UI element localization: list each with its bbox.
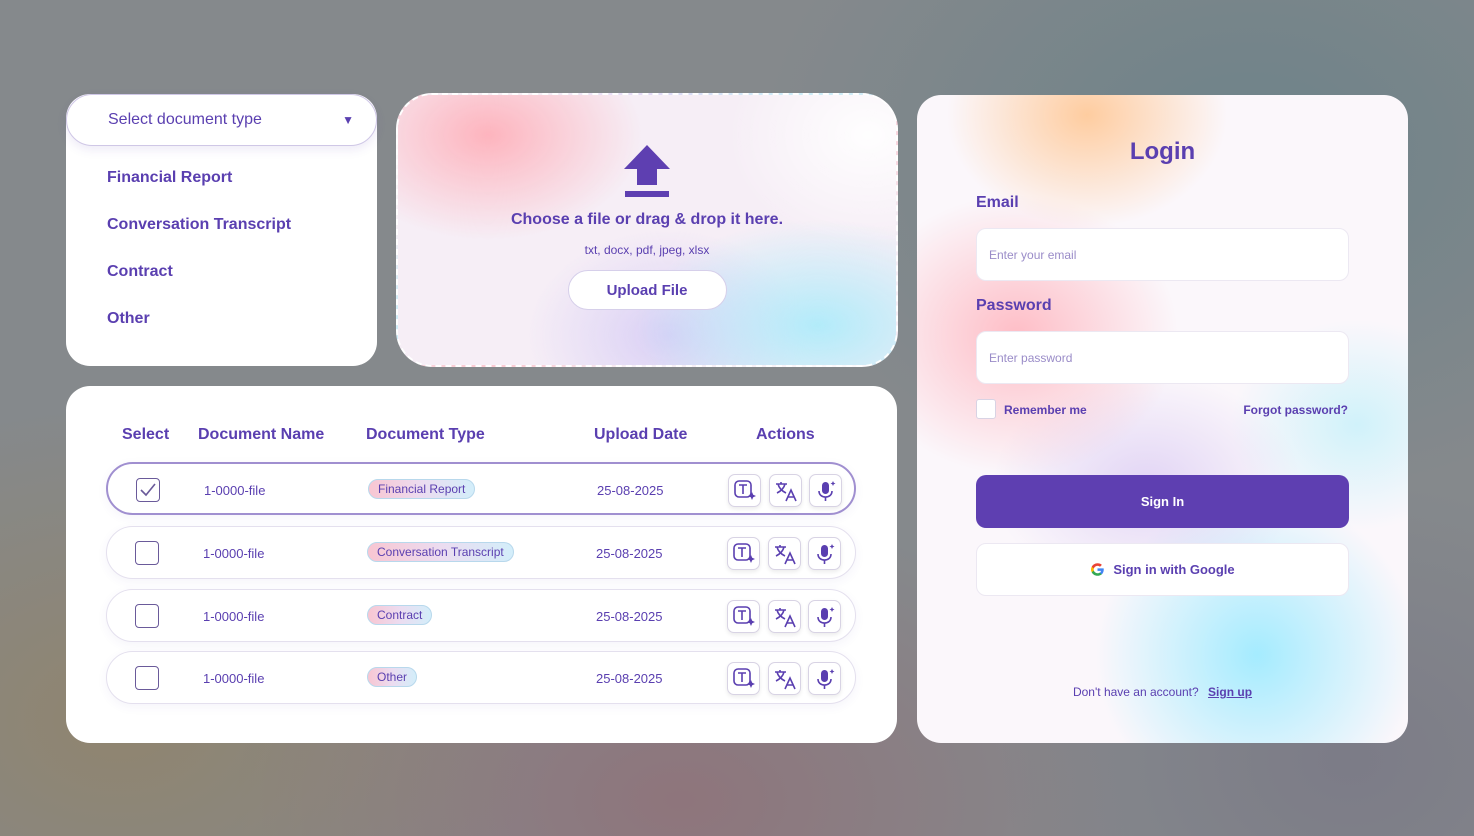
- email-field[interactable]: [976, 228, 1349, 281]
- dropzone-title: Choose a file or drag & drop it here.: [510, 211, 784, 228]
- login-title: Login: [1129, 138, 1196, 165]
- accepted-formats: txt, docx, pdf, jpeg, xlsx: [584, 243, 710, 257]
- translate-icon[interactable]: [768, 537, 801, 570]
- voice-ai-icon[interactable]: [808, 537, 841, 570]
- row-checkbox[interactable]: [136, 478, 160, 502]
- table-row[interactable]: 1-0000-file Financial Report 25-08-2025: [106, 462, 856, 515]
- no-account-text: Don't have an account?: [1072, 685, 1199, 699]
- option-conversation-transcript[interactable]: Conversation Transcript: [107, 213, 291, 260]
- header-upload-date: Upload Date: [594, 426, 688, 443]
- header-document-name: Document Name: [198, 426, 325, 443]
- option-financial-report[interactable]: Financial Report: [107, 166, 291, 213]
- dropdown-options: Financial Report Conversation Transcript…: [107, 166, 291, 354]
- document-type-tag: Contract: [367, 605, 433, 625]
- chevron-down-icon[interactable]: ▼: [342, 113, 354, 127]
- document-type-dropdown: Select document type ▼ Financial Report …: [66, 94, 377, 366]
- text-ai-icon[interactable]: [727, 662, 760, 695]
- document-type-tag: Financial Report: [368, 479, 476, 499]
- sign-up-link[interactable]: Sign up: [1208, 685, 1252, 699]
- header-document-type: Document Type: [366, 426, 485, 443]
- password-field[interactable]: [976, 331, 1349, 384]
- upload-date: 25-08-2025: [596, 609, 663, 624]
- text-ai-icon[interactable]: [727, 600, 760, 633]
- voice-ai-icon[interactable]: [808, 600, 841, 633]
- remember-me-checkbox[interactable]: [976, 399, 996, 419]
- header-select: Select: [122, 426, 170, 443]
- upload-date: 25-08-2025: [597, 483, 664, 498]
- google-button-label: Sign in with Google: [1113, 562, 1235, 577]
- upload-date: 25-08-2025: [596, 671, 663, 686]
- google-icon: [1091, 563, 1105, 576]
- option-contract[interactable]: Contract: [107, 260, 291, 307]
- remember-me-label[interactable]: Remember me: [1004, 403, 1087, 417]
- login-card: Login Email Password Remember me Forgot …: [917, 95, 1408, 743]
- table-row[interactable]: 1-0000-file Other 25-08-2025: [106, 651, 856, 704]
- documents-table: Select Document Name Document Type Uploa…: [66, 386, 897, 743]
- document-name: 1-0000-file: [204, 483, 266, 498]
- document-type-select[interactable]: Select document type ▼: [66, 94, 377, 146]
- translate-icon[interactable]: [768, 662, 801, 695]
- table-row[interactable]: 1-0000-file Contract 25-08-2025: [106, 589, 856, 642]
- file-dropzone[interactable]: Choose a file or drag & drop it here. tx…: [396, 93, 898, 367]
- row-checkbox[interactable]: [135, 666, 159, 690]
- upload-icon: [624, 145, 670, 197]
- signup-prompt: Don't have an account? Sign up: [917, 685, 1408, 699]
- document-type-tag: Conversation Transcript: [367, 542, 514, 562]
- google-sign-in-button[interactable]: Sign in with Google: [976, 543, 1349, 596]
- row-checkbox[interactable]: [135, 604, 159, 628]
- row-checkbox[interactable]: [135, 541, 159, 565]
- document-name: 1-0000-file: [203, 546, 265, 561]
- option-other[interactable]: Other: [107, 307, 291, 354]
- table-row[interactable]: 1-0000-file Conversation Transcript 25-0…: [106, 526, 856, 579]
- upload-date: 25-08-2025: [596, 546, 663, 561]
- document-name: 1-0000-file: [203, 671, 265, 686]
- document-name: 1-0000-file: [203, 609, 265, 624]
- document-type-tag: Other: [367, 667, 418, 687]
- text-ai-icon[interactable]: [728, 474, 761, 507]
- text-ai-icon[interactable]: [727, 537, 760, 570]
- select-placeholder: Select document type: [108, 111, 262, 128]
- translate-icon[interactable]: [769, 474, 802, 507]
- password-label: Password: [976, 297, 1052, 314]
- check-icon: [140, 483, 156, 497]
- translate-icon[interactable]: [768, 600, 801, 633]
- header-actions: Actions: [756, 426, 815, 443]
- upload-file-button[interactable]: Upload File: [567, 270, 727, 310]
- sign-in-button[interactable]: Sign In: [976, 475, 1349, 528]
- voice-ai-icon[interactable]: [809, 474, 842, 507]
- voice-ai-icon[interactable]: [808, 662, 841, 695]
- forgot-password-link[interactable]: Forgot password?: [1243, 403, 1348, 417]
- email-label: Email: [976, 194, 1019, 211]
